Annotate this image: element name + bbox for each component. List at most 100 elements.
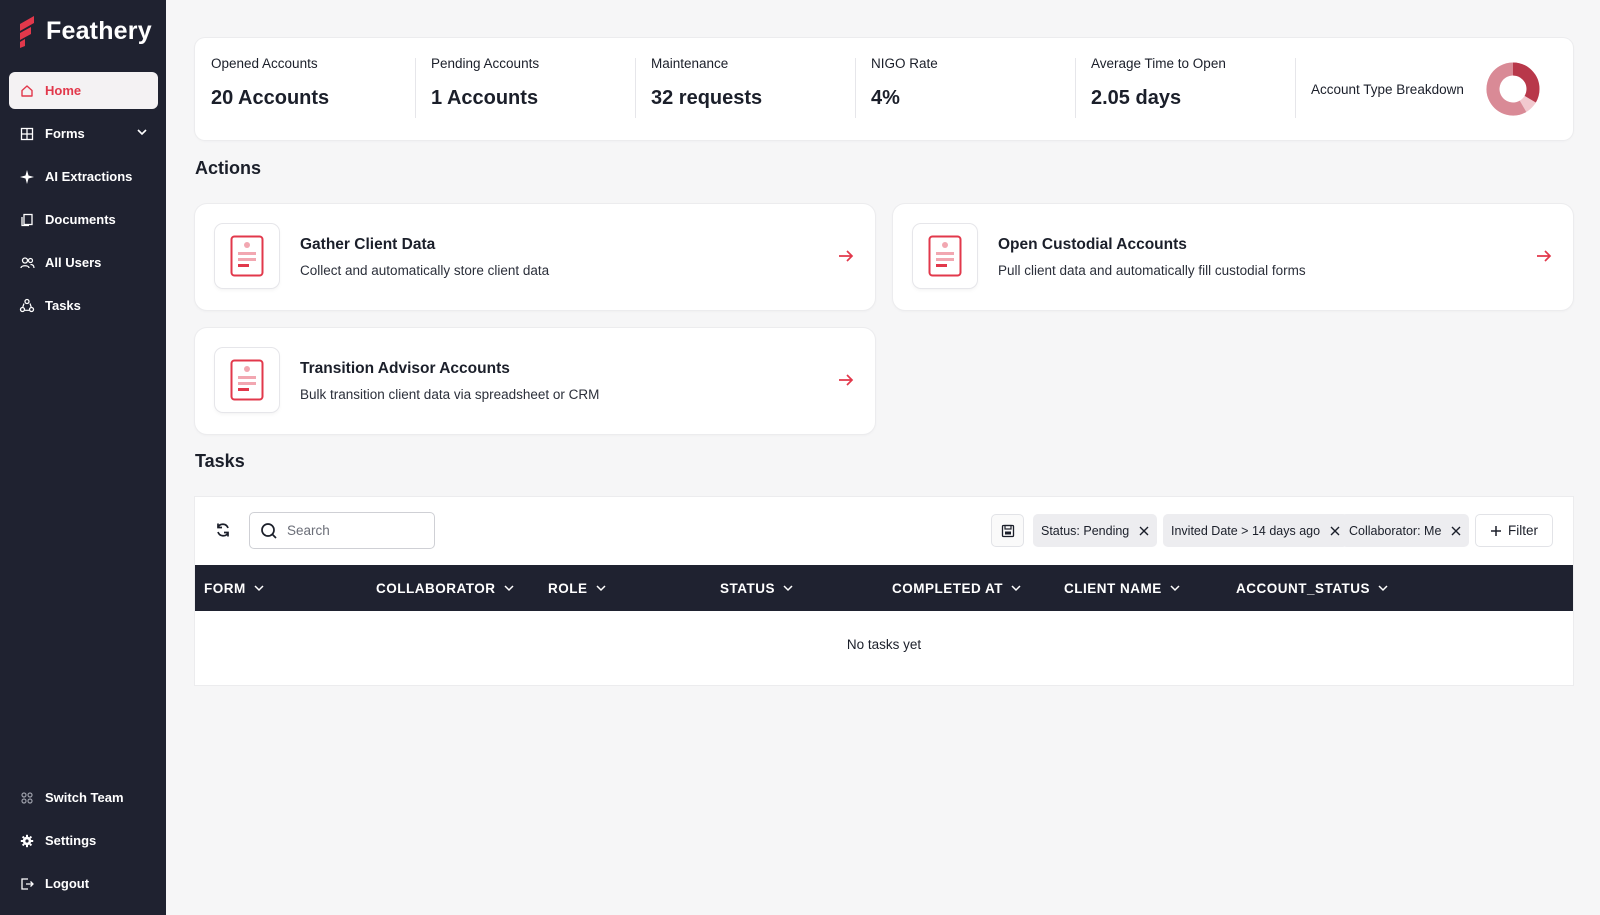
column-header-status[interactable]: STATUS (720, 565, 794, 611)
filter-chip-collaborator[interactable]: Collaborator: Me (1341, 514, 1470, 547)
sidebar-item-label: Tasks (45, 298, 81, 313)
filter-chip-status[interactable]: Status: Pending (1033, 514, 1158, 547)
brand-logo[interactable]: Feathery (16, 14, 152, 48)
add-filter-button[interactable]: Filter (1475, 514, 1553, 547)
stat-label: Average Time to Open (1091, 56, 1226, 71)
stat-label: NIGO Rate (871, 56, 938, 71)
stat-label: Pending Accounts (431, 56, 540, 71)
card-description: Bulk transition client data via spreadsh… (300, 387, 600, 402)
sidebar-item-label: All Users (45, 255, 102, 270)
close-icon[interactable] (1330, 526, 1340, 536)
sidebar-item-settings[interactable]: Settings (9, 822, 158, 859)
grid-icon (19, 126, 35, 142)
column-header-completed-at[interactable]: COMPLETED AT (892, 565, 1022, 611)
filter-chip-label: Invited Date > 14 days ago (1171, 523, 1321, 538)
tasks-table-header: FORM COLLABORATOR ROLE STATUS COMPLETED … (195, 565, 1573, 611)
filter-chip-label: Status: Pending (1041, 523, 1130, 538)
column-label: COLLABORATOR (376, 580, 496, 596)
close-icon[interactable] (1139, 526, 1149, 536)
arrow-right-icon[interactable] (837, 247, 855, 265)
plus-icon (1491, 525, 1501, 536)
sidebar-item-forms[interactable]: Forms (9, 115, 158, 152)
account-type-breakdown[interactable]: Account Type Breakdown (1295, 38, 1573, 140)
action-card-transition-advisor-accounts[interactable]: Transition Advisor Accounts Bulk transit… (195, 328, 875, 434)
chevron-down-icon (1170, 585, 1180, 592)
column-header-role[interactable]: ROLE (548, 565, 607, 611)
card-description: Collect and automatically store client d… (300, 263, 550, 278)
column-header-client-name[interactable]: CLIENT NAME (1064, 565, 1181, 611)
action-card-open-custodial-accounts[interactable]: Open Custodial Accounts Pull client data… (893, 204, 1573, 310)
stat-pending-accounts: Pending Accounts 1 Accounts (415, 38, 635, 140)
form-document-icon (215, 348, 279, 412)
column-header-account-status[interactable]: ACCOUNT_STATUS (1236, 565, 1389, 611)
sidebar-item-logout[interactable]: Logout (9, 865, 158, 902)
sidebar-item-label: Settings (45, 833, 97, 848)
sidebar-item-home[interactable]: Home (9, 72, 158, 109)
stats-bar: Opened Accounts 20 Accounts Pending Acco… (195, 38, 1573, 140)
save-icon (1001, 524, 1014, 537)
arrow-right-icon[interactable] (837, 371, 855, 389)
stat-value: 32 requests (651, 87, 763, 109)
stat-label: Maintenance (651, 56, 729, 71)
card-title: Transition Advisor Accounts (300, 360, 510, 377)
sidebar-item-label: Home (45, 83, 82, 98)
sidebar-item-label: Logout (45, 876, 90, 891)
column-label: FORM (204, 580, 246, 596)
form-document-icon (215, 224, 279, 288)
stat-nigo-rate: NIGO Rate 4% (855, 38, 1075, 140)
gear-icon (19, 833, 35, 849)
sidebar-item-all-users[interactable]: All Users (9, 244, 158, 281)
stat-label: Opened Accounts (211, 56, 318, 71)
column-header-form[interactable]: FORM (204, 565, 265, 611)
home-icon (19, 83, 35, 99)
chevron-down-icon (595, 585, 606, 592)
save-filters-button[interactable] (991, 514, 1024, 547)
column-label: COMPLETED AT (892, 580, 1003, 596)
app-name: Feathery (46, 16, 152, 45)
sidebar-item-switch-team[interactable]: Switch Team (9, 779, 158, 816)
switch-team-icon (19, 790, 35, 806)
column-label: ROLE (548, 580, 588, 596)
search-box[interactable] (249, 512, 435, 549)
sidebar-item-label: Switch Team (45, 790, 124, 805)
chevron-down-icon[interactable] (136, 126, 148, 141)
chevron-down-icon (1378, 585, 1388, 592)
logout-icon (19, 876, 35, 892)
sidebar-bottom-nav: Switch Team Settings Logout (9, 779, 158, 908)
users-icon (19, 255, 35, 271)
column-header-collaborator[interactable]: COLLABORATOR (376, 565, 515, 611)
actions-title: Actions (195, 158, 262, 178)
column-label: CLIENT NAME (1064, 580, 1162, 596)
tasks-panel: Status: Pending Invited Date > 14 days a… (195, 497, 1573, 685)
stat-maintenance: Maintenance 32 requests (635, 38, 855, 140)
sparkle-icon (19, 169, 35, 185)
stat-value: 2.05 days (1091, 87, 1182, 109)
empty-state-text: No tasks yet (846, 637, 922, 652)
search-icon (261, 522, 277, 539)
sidebar-item-ai-extractions[interactable]: AI Extractions (9, 158, 158, 195)
chevron-down-icon (783, 585, 793, 592)
stat-value: 4% (871, 87, 900, 109)
filter-chip-label: Collaborator: Me (1349, 523, 1442, 538)
filter-button-label: Filter (1508, 523, 1538, 538)
feathery-logo-icon (20, 16, 34, 48)
sidebar-item-tasks[interactable]: Tasks (9, 287, 158, 324)
sidebar-item-label: AI Extractions (45, 169, 133, 184)
arrow-right-icon[interactable] (1535, 247, 1553, 265)
donut-chart[interactable] (1484, 60, 1542, 118)
documents-icon (19, 212, 35, 228)
close-icon[interactable] (1451, 526, 1461, 536)
filter-chip-invited-date[interactable]: Invited Date > 14 days ago (1163, 514, 1349, 547)
sidebar-item-documents[interactable]: Documents (9, 201, 158, 238)
card-title: Gather Client Data (300, 236, 436, 253)
sidebar-nav: Home Forms AI Extractions Documents All … (9, 72, 158, 330)
chevron-down-icon (1011, 585, 1021, 592)
refresh-icon[interactable] (215, 522, 231, 538)
action-card-gather-client-data[interactable]: Gather Client Data Collect and automatic… (195, 204, 875, 310)
sidebar-item-label: Documents (45, 212, 116, 227)
search-input[interactable] (287, 523, 417, 538)
card-description: Pull client data and automatically fill … (998, 263, 1306, 278)
tasks-icon (19, 298, 35, 314)
chevron-down-icon (503, 585, 514, 592)
card-title: Open Custodial Accounts (998, 236, 1187, 253)
